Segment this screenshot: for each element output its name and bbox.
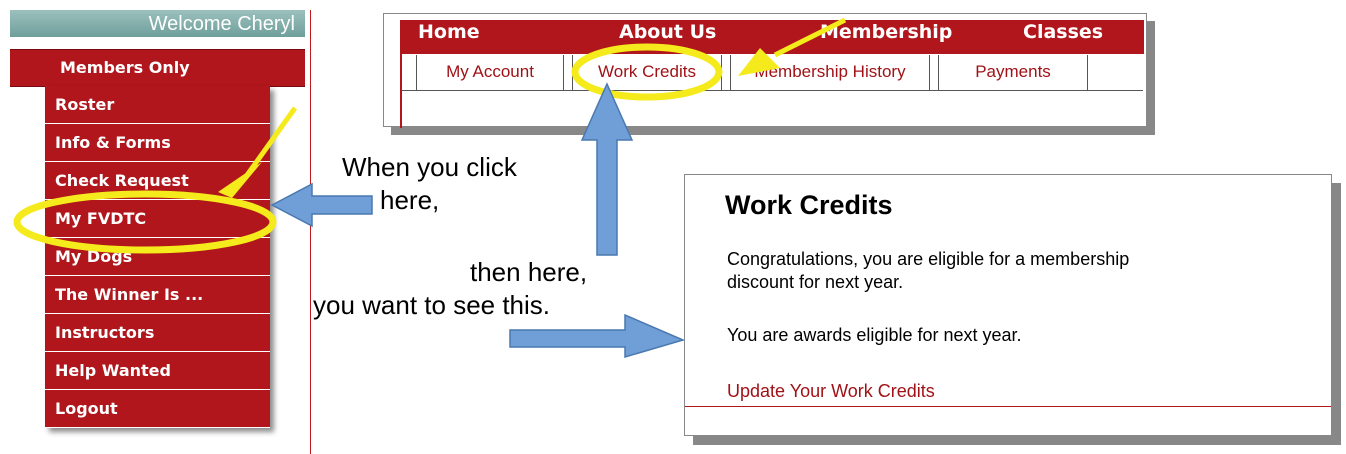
highlight-ellipse-my-fvdtc	[13, 190, 277, 254]
yellow-arrow-menu	[218, 106, 298, 198]
blue-arrow-up	[580, 82, 634, 256]
annotation-overlay	[13, 17, 847, 359]
highlight-ellipse-work-credits	[571, 43, 723, 101]
blue-arrow-right	[509, 313, 686, 359]
yellow-arrow-tab	[738, 17, 847, 76]
blue-arrow-left	[270, 182, 373, 228]
